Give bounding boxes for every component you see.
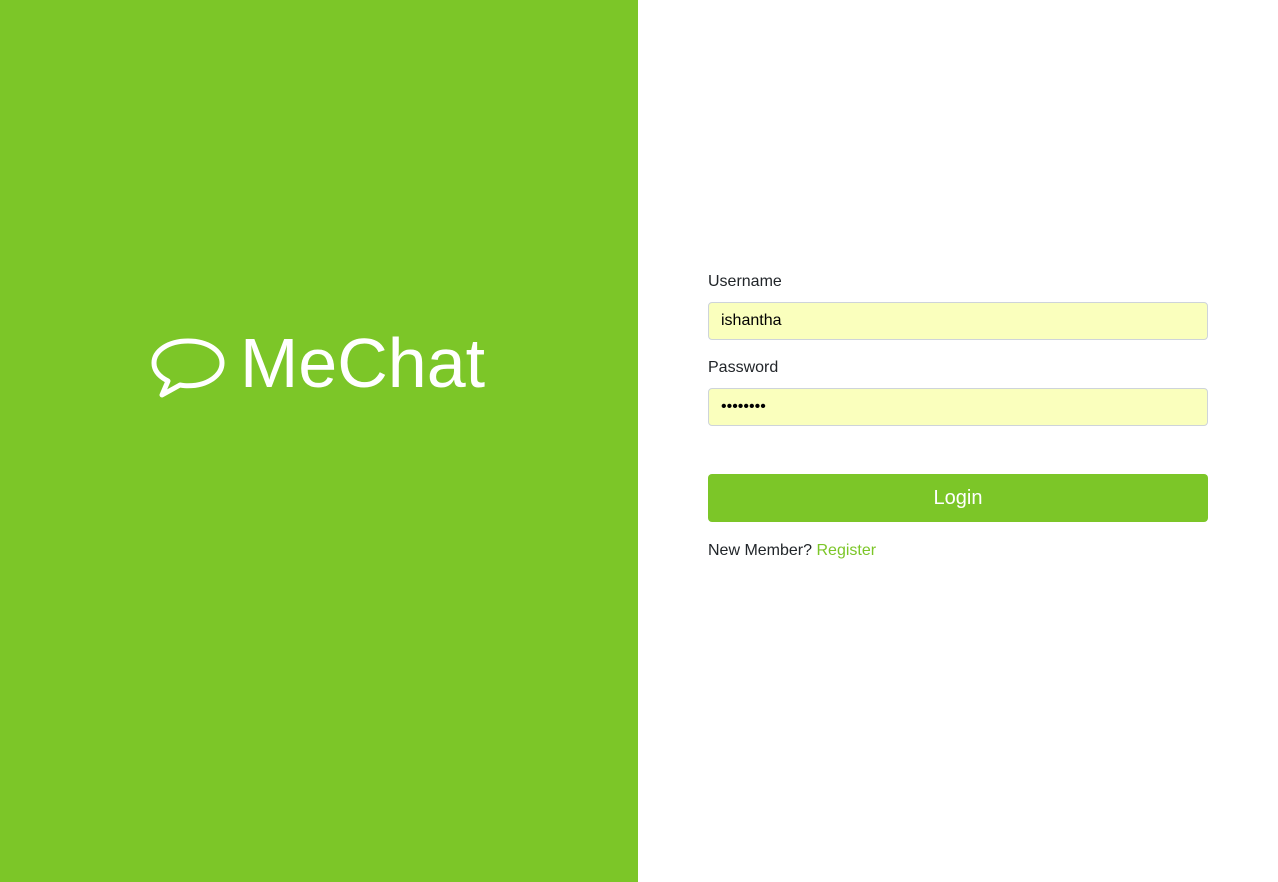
password-label: Password [708,359,779,376]
register-prompt: New Member? Register [708,540,1208,562]
login-form: Username Password Login New Member? Regi… [708,272,1208,562]
new-member-text: New Member? [708,542,813,559]
register-link[interactable]: Register [816,542,876,559]
brand-panel: MeChat [0,0,638,882]
password-input[interactable] [708,388,1208,426]
brand-logo: MeChat [150,325,485,401]
form-panel: Username Password Login New Member? Regi… [638,0,1278,882]
username-input[interactable] [708,302,1208,340]
speech-bubble-icon [151,338,225,398]
brand-name: MeChat [240,324,486,402]
login-page: MeChat Username Password Login New Membe… [0,0,1278,882]
username-label: Username [708,273,782,290]
login-button[interactable]: Login [708,474,1208,522]
